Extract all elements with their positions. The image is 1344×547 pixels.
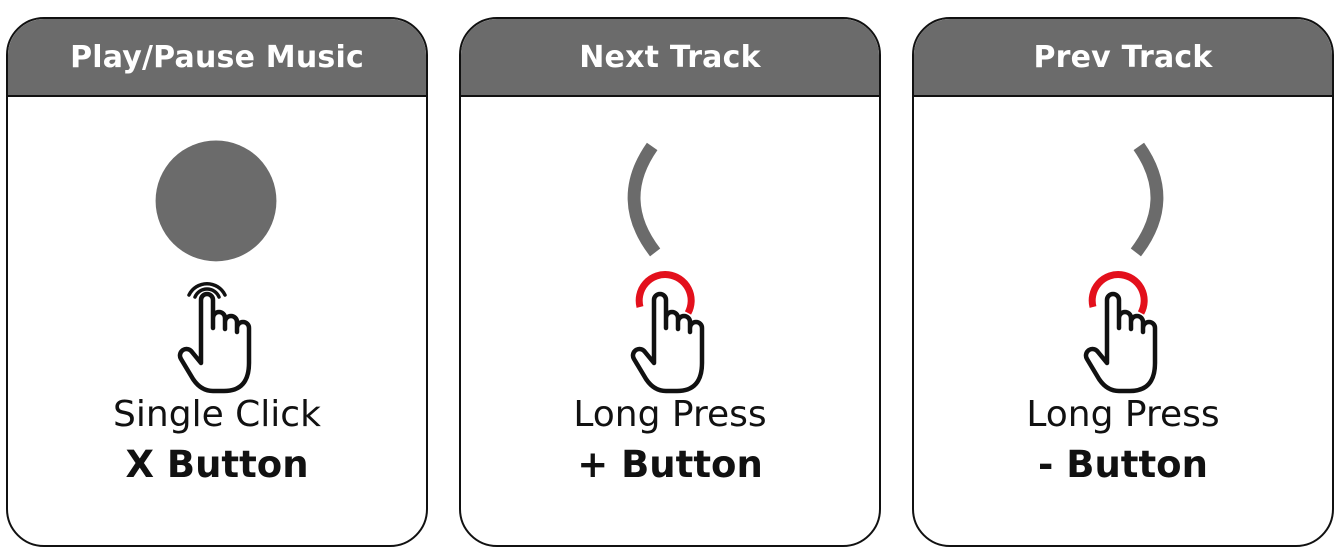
gesture-label: Single Click <box>113 394 321 435</box>
gesture-label: Long Press <box>1026 394 1220 435</box>
card-title: Play/Pause Music <box>8 19 426 97</box>
right-arc-icon <box>1130 142 1164 257</box>
tap-hand-icon <box>177 282 252 394</box>
press-hand-icon <box>1083 271 1158 394</box>
gesture-label: Long Press <box>573 394 767 435</box>
left-arc-icon <box>627 142 661 257</box>
button-label: + Button <box>577 443 763 486</box>
card-title: Prev Track <box>914 19 1332 97</box>
filled-circle-icon <box>155 140 277 262</box>
press-hand-icon <box>630 271 705 394</box>
card-next-track: Next Track Long Press + Button <box>459 17 881 547</box>
card-title: Next Track <box>461 19 879 97</box>
button-label: - Button <box>1038 443 1208 486</box>
card-prev-track: Prev Track Long Press - Button <box>912 17 1334 547</box>
button-label: X Button <box>125 443 309 486</box>
card-play-pause: Play/Pause Music Single Click X Button <box>6 17 428 547</box>
